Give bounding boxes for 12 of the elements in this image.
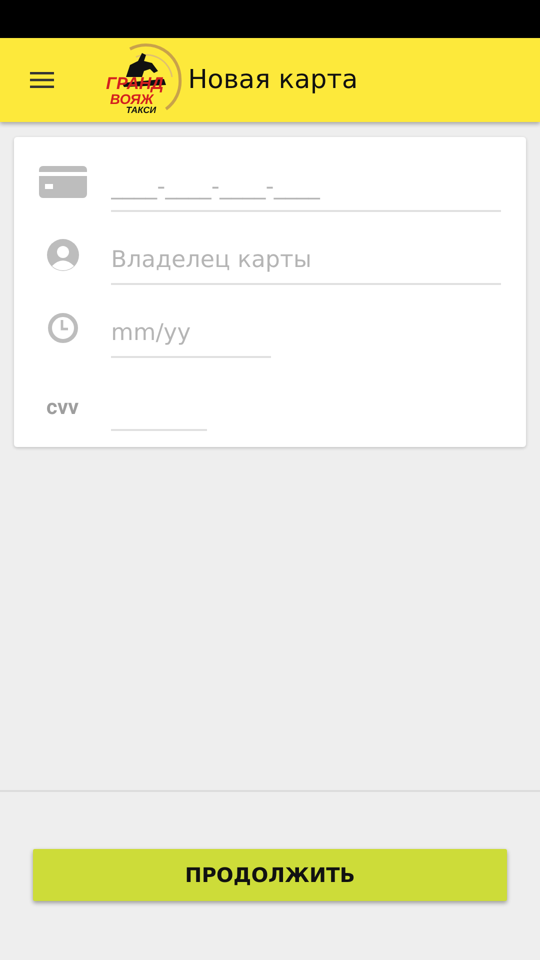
credit-card-icon xyxy=(38,166,86,198)
menu-icon[interactable] xyxy=(30,71,54,89)
page-title: Новая карта xyxy=(188,65,358,95)
logo-text: ТАКСИ xyxy=(126,106,156,115)
person-icon xyxy=(46,238,78,270)
logo-text: ВОЯЖ xyxy=(110,92,154,106)
input-field[interactable]: ____-____-____-____ xyxy=(111,170,501,212)
input-field[interactable]: mm/yy xyxy=(111,316,271,358)
continue-button[interactable]: ПРОДОЛЖИТЬ xyxy=(33,849,507,901)
input-field[interactable]: Владелец карты xyxy=(111,243,501,285)
cvv-label: cvv xyxy=(46,394,79,420)
clock-icon xyxy=(46,312,78,344)
